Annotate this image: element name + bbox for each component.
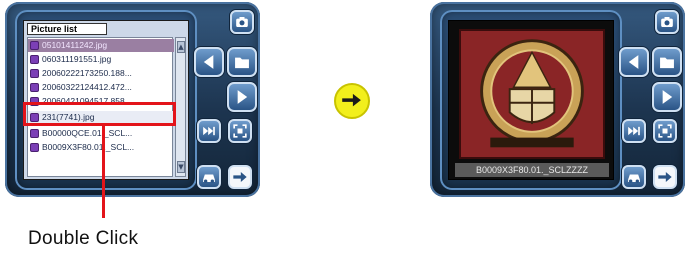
fit-screen-button[interactable] (653, 119, 677, 143)
camera-button[interactable] (655, 10, 679, 34)
list-item-label: B0009X3F80.01._SCL... (42, 142, 135, 152)
list-item-label: B00000QCE.01._SCL... (42, 128, 133, 138)
list-item[interactable]: 20060322124412.472... (28, 81, 174, 94)
list-item-label: 05101411242.jpg (42, 40, 108, 50)
list-item[interactable]: 060311191551.jpg (28, 53, 174, 66)
arrow-right-icon (237, 90, 248, 104)
folder-button[interactable] (227, 47, 257, 77)
picture-list-panel: Picture list 05101411242.jpg 06031119155… (23, 20, 189, 180)
left-device: Picture list 05101411242.jpg 06031119155… (5, 2, 260, 197)
camera-icon (236, 17, 248, 27)
image-file-icon (30, 83, 39, 92)
camera-icon (661, 17, 673, 27)
list-item-label: 20060222173250.188... (42, 68, 132, 78)
fit-screen-icon (233, 124, 247, 138)
picture-preview[interactable]: B0009X3F80.01._SCLZZZZ (448, 20, 614, 180)
list-scrollbar[interactable]: ▲ ▼ (175, 37, 186, 177)
folder-button[interactable] (652, 47, 682, 77)
folder-icon (235, 57, 249, 69)
double-click-highlight (23, 102, 176, 126)
previous-button[interactable] (194, 47, 224, 77)
left-screen: Picture list 05101411242.jpg 06031119155… (15, 10, 197, 190)
folder-icon (660, 57, 674, 69)
fast-forward-icon (203, 126, 215, 136)
fast-forward-button[interactable] (622, 119, 646, 143)
go-button[interactable] (228, 165, 252, 189)
image-file-icon (30, 129, 39, 138)
scroll-down-button[interactable]: ▼ (177, 161, 185, 173)
go-button[interactable] (653, 165, 677, 189)
image-filename-caption: B0009X3F80.01._SCLZZZZ (455, 163, 609, 177)
album-art (480, 39, 584, 148)
list-item[interactable]: B0009X3F80.01._SCL... (28, 141, 174, 154)
car-icon (628, 174, 640, 183)
callout-line (102, 126, 105, 218)
fit-screen-icon (658, 124, 672, 138)
go-arrow-icon (233, 172, 247, 182)
fast-forward-icon (628, 126, 640, 136)
car-button[interactable] (622, 165, 646, 189)
fit-screen-button[interactable] (228, 119, 252, 143)
album-art-image (459, 29, 605, 159)
arrow-left-icon (628, 55, 639, 69)
arrow-right-icon (662, 90, 673, 104)
image-file-icon (30, 41, 39, 50)
car-icon (203, 174, 215, 183)
next-button[interactable] (227, 82, 257, 112)
transition-arrow-badge (334, 83, 370, 119)
right-screen: B0009X3F80.01._SCLZZZZ (440, 10, 622, 190)
picture-list-title: Picture list (27, 23, 107, 35)
list-item[interactable]: 05101411242.jpg (28, 39, 174, 52)
list-item-label: 20060322124412.472... (42, 82, 132, 92)
list-item[interactable]: B00000QCE.01._SCL... (28, 127, 174, 140)
right-arrow-icon (342, 93, 361, 107)
go-arrow-icon (658, 172, 672, 182)
fast-forward-button[interactable] (197, 119, 221, 143)
double-click-label: Double Click (28, 228, 139, 249)
camera-button[interactable] (230, 10, 254, 34)
arrow-left-icon (203, 55, 214, 69)
previous-button[interactable] (619, 47, 649, 77)
list-item[interactable]: 20060222173250.188... (28, 67, 174, 80)
scroll-up-button[interactable]: ▲ (177, 41, 185, 53)
car-button[interactable] (197, 165, 221, 189)
image-file-icon (30, 69, 39, 78)
image-file-icon (30, 55, 39, 64)
image-file-icon (30, 143, 39, 152)
list-item-label: 060311191551.jpg (42, 54, 112, 64)
next-button[interactable] (652, 82, 682, 112)
right-device: B0009X3F80.01._SCLZZZZ (430, 2, 685, 197)
